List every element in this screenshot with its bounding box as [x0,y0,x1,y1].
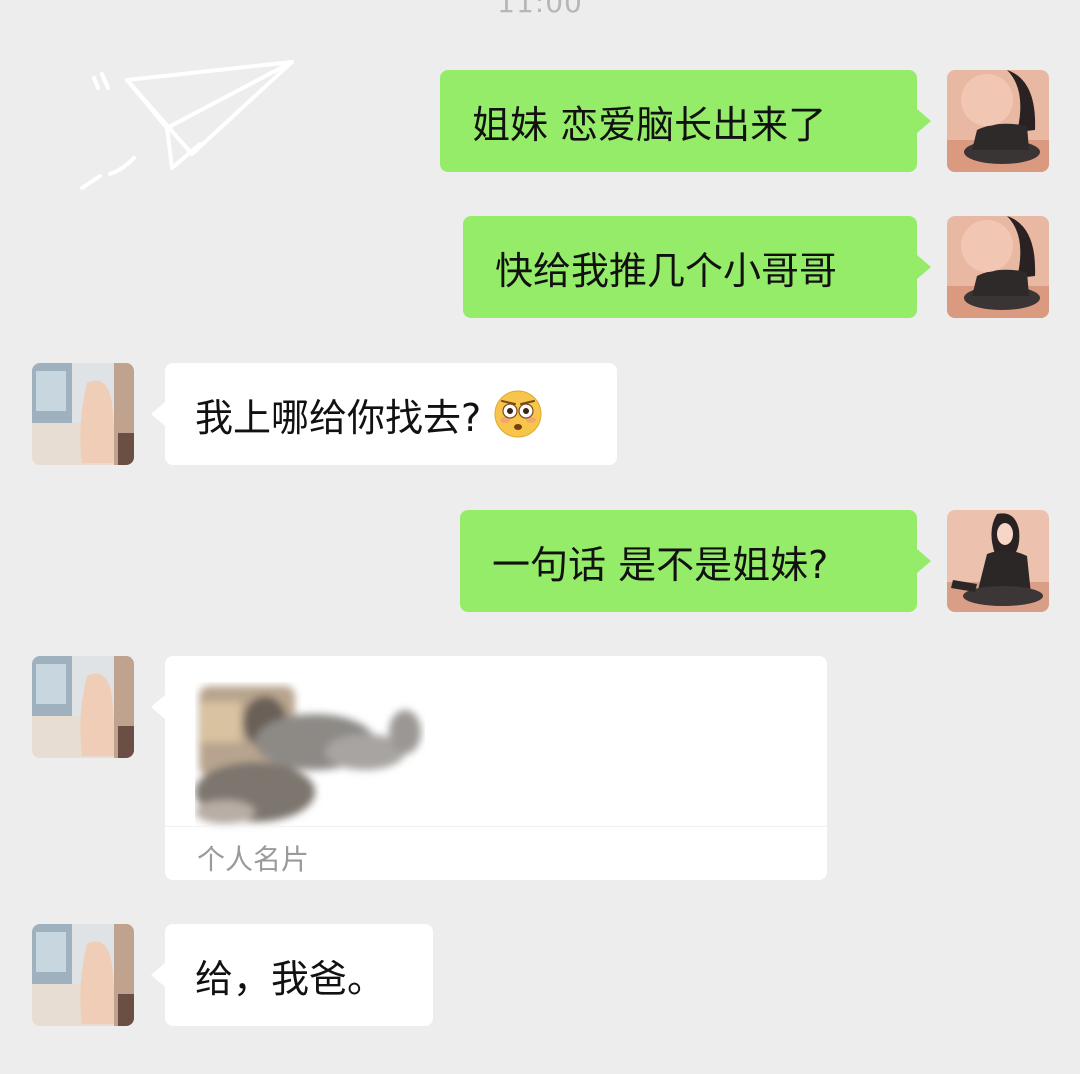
message-text: 一句话 是不是姐妹? [492,542,829,587]
friend-avatar[interactable] [32,924,134,1026]
my-avatar[interactable] [947,510,1049,612]
friend-avatar[interactable] [32,363,134,465]
friend-avatar[interactable] [32,656,134,758]
bubble-tail [917,549,931,573]
message-bubble[interactable]: 姐妹 恋爱脑长出来了 [440,70,917,172]
bubble-tail [151,402,165,426]
message-text: 快给我推几个小哥哥 [495,248,838,293]
my-avatar[interactable] [947,216,1049,318]
bubble-tail [151,695,165,719]
contact-photo-blurred [195,682,425,832]
message-text: 给，我爸。 [195,956,386,1001]
bubble-tail [151,963,165,987]
contact-card-label: 个人名片 [197,843,310,876]
paper-plane-icon [72,58,312,198]
message-text: 我上哪给你找去? [195,395,482,440]
bubble-tail [917,109,931,133]
message-bubble[interactable]: 我上哪给你找去? [165,363,617,465]
my-avatar[interactable] [947,70,1049,172]
message-bubble[interactable]: 给，我爸。 [165,924,433,1026]
message-text: 姐妹 恋爱脑长出来了 [472,102,827,147]
bubble-tail [917,255,931,279]
contact-card[interactable]: 个人名片 [165,656,827,880]
flushed-face-emoji [493,389,543,439]
message-bubble[interactable]: 一句话 是不是姐妹? [460,510,917,612]
card-divider [165,826,827,827]
message-bubble[interactable]: 快给我推几个小哥哥 [463,216,917,318]
message-timestamp: 11:00 [497,0,583,19]
